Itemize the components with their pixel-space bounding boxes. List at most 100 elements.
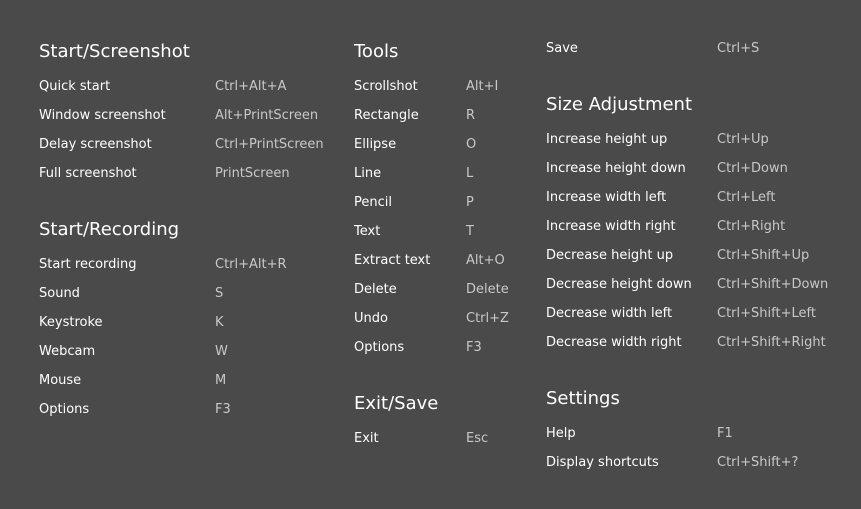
shortcut-row-help: Help F1	[546, 426, 856, 455]
shortcut-label: Increase height up	[546, 132, 668, 147]
shortcut-label: Quick start	[39, 79, 111, 94]
shortcut-row-start-recording: Start recording Ctrl+Alt+R	[39, 257, 339, 286]
shortcut-label: Increase width left	[546, 190, 667, 205]
shortcut-key: R	[466, 108, 476, 123]
shortcut-row-exit: Exit Esc	[354, 431, 534, 460]
shortcut-key: Delete	[466, 282, 509, 297]
shortcut-row-scrollshot: Scrollshot Alt+I	[354, 79, 534, 108]
shortcut-key: F3	[466, 340, 482, 355]
shortcut-label: Decrease height up	[546, 248, 674, 263]
section-title-start-recording: Start/Recording	[39, 219, 180, 240]
shortcut-key: Alt+PrintScreen	[215, 108, 319, 123]
shortcut-label: Decrease width left	[546, 306, 673, 321]
section-title-start-screenshot: Start/Screenshot	[39, 41, 190, 62]
shortcut-key: O	[466, 137, 477, 152]
shortcut-row-line: Line L	[354, 166, 534, 195]
shortcut-key: Ctrl+Shift+Right	[717, 335, 826, 350]
shortcut-label: Window screenshot	[39, 108, 166, 123]
shortcut-row-tools-options: Options F3	[354, 340, 534, 369]
shortcut-label: Increase width right	[546, 219, 676, 234]
section-title-size-adjustment: Size Adjustment	[546, 94, 693, 115]
shortcut-key: Ctrl+Shift+?	[717, 455, 799, 470]
shortcuts-panel: Start/Screenshot Quick start Ctrl+Alt+A …	[0, 0, 861, 509]
shortcut-label: Undo	[354, 311, 388, 326]
shortcut-row-webcam: Webcam W	[39, 344, 339, 373]
shortcut-row-delay-screenshot: Delay screenshot Ctrl+PrintScreen	[39, 137, 339, 166]
shortcut-key: K	[215, 315, 224, 330]
shortcut-row-decrease-height-down: Decrease height down Ctrl+Shift+Down	[546, 277, 856, 306]
shortcut-key: Ctrl+Left	[717, 190, 776, 205]
shortcut-key: Ctrl+Up	[717, 132, 769, 147]
shortcut-label: Scrollshot	[354, 79, 418, 94]
shortcut-row-decrease-height-up: Decrease height up Ctrl+Shift+Up	[546, 248, 856, 277]
shortcut-label: Options	[354, 340, 405, 355]
shortcut-row-decrease-width-right: Decrease width right Ctrl+Shift+Right	[546, 335, 856, 364]
shortcut-row-keystroke: Keystroke K	[39, 315, 339, 344]
shortcut-label: Help	[546, 426, 576, 441]
shortcut-label: Ellipse	[354, 137, 397, 152]
shortcut-key: Ctrl+Right	[717, 219, 786, 234]
shortcut-label: Decrease width right	[546, 335, 682, 350]
shortcut-key: Alt+O	[466, 253, 505, 268]
shortcut-row-options: Options F3	[39, 402, 339, 431]
shortcut-label: Exit	[354, 431, 379, 446]
shortcut-row-text: Text T	[354, 224, 534, 253]
shortcut-row-increase-width-right: Increase width right Ctrl+Right	[546, 219, 856, 248]
shortcut-key: Ctrl+Shift+Up	[717, 248, 810, 263]
shortcut-row-undo: Undo Ctrl+Z	[354, 311, 534, 340]
shortcut-key: Ctrl+Down	[717, 161, 788, 176]
shortcut-key: PrintScreen	[215, 166, 290, 181]
shortcut-key: Ctrl+Alt+R	[215, 257, 287, 272]
shortcut-label: Start recording	[39, 257, 137, 272]
shortcut-row-window-screenshot: Window screenshot Alt+PrintScreen	[39, 108, 339, 137]
shortcut-label: Sound	[39, 286, 80, 301]
shortcut-row-sound: Sound S	[39, 286, 339, 315]
shortcut-key: L	[466, 166, 474, 181]
shortcut-label: Mouse	[39, 373, 82, 388]
section-title-exit-save: Exit/Save	[354, 393, 439, 414]
shortcut-row-increase-width-left: Increase width left Ctrl+Left	[546, 190, 856, 219]
shortcut-label: Line	[354, 166, 382, 181]
shortcut-label: Full screenshot	[39, 166, 137, 181]
shortcut-label: Text	[354, 224, 381, 239]
shortcut-row-increase-height-up: Increase height up Ctrl+Up	[546, 132, 856, 161]
shortcut-label: Options	[39, 402, 90, 417]
shortcut-row-increase-height-down: Increase height down Ctrl+Down	[546, 161, 856, 190]
shortcut-row-rectangle: Rectangle R	[354, 108, 534, 137]
shortcut-key: Esc	[466, 431, 489, 446]
shortcut-key: S	[215, 286, 224, 301]
shortcut-key: M	[215, 373, 227, 388]
shortcut-label: Increase height down	[546, 161, 686, 176]
shortcut-label: Decrease height down	[546, 277, 692, 292]
shortcut-row-mouse: Mouse M	[39, 373, 339, 402]
shortcut-row-pencil: Pencil P	[354, 195, 534, 224]
shortcut-row-display-shortcuts: Display shortcuts Ctrl+Shift+?	[546, 455, 856, 484]
shortcut-key: Ctrl+PrintScreen	[215, 137, 324, 152]
section-title-tools: Tools	[354, 41, 399, 62]
shortcut-key: Ctrl+S	[717, 41, 760, 56]
shortcut-label: Display shortcuts	[546, 455, 659, 470]
shortcut-key: Ctrl+Shift+Down	[717, 277, 829, 292]
shortcut-key: F3	[215, 402, 231, 417]
shortcut-row-full-screenshot: Full screenshot PrintScreen	[39, 166, 339, 195]
shortcut-label: Pencil	[354, 195, 392, 210]
shortcut-key: T	[466, 224, 474, 239]
shortcut-key: F1	[717, 426, 733, 441]
shortcut-label: Delay screenshot	[39, 137, 152, 152]
section-title-settings: Settings	[546, 388, 620, 409]
shortcut-label: Delete	[354, 282, 397, 297]
shortcut-label: Rectangle	[354, 108, 419, 123]
shortcut-label: Webcam	[39, 344, 96, 359]
shortcut-key: Alt+I	[466, 79, 499, 94]
shortcut-row-decrease-width-left: Decrease width left Ctrl+Shift+Left	[546, 306, 856, 335]
shortcut-key: W	[215, 344, 228, 359]
shortcut-row-ellipse: Ellipse O	[354, 137, 534, 166]
shortcut-row-quick-start: Quick start Ctrl+Alt+A	[39, 79, 339, 108]
shortcut-label: Save	[546, 41, 578, 56]
shortcut-key: Ctrl+Z	[466, 311, 509, 326]
shortcut-row-save: Save Ctrl+S	[546, 41, 856, 70]
shortcut-label: Keystroke	[39, 315, 103, 330]
shortcut-key: Ctrl+Alt+A	[215, 79, 287, 94]
shortcut-key: Ctrl+Shift+Left	[717, 306, 816, 321]
shortcut-row-extract-text: Extract text Alt+O	[354, 253, 534, 282]
